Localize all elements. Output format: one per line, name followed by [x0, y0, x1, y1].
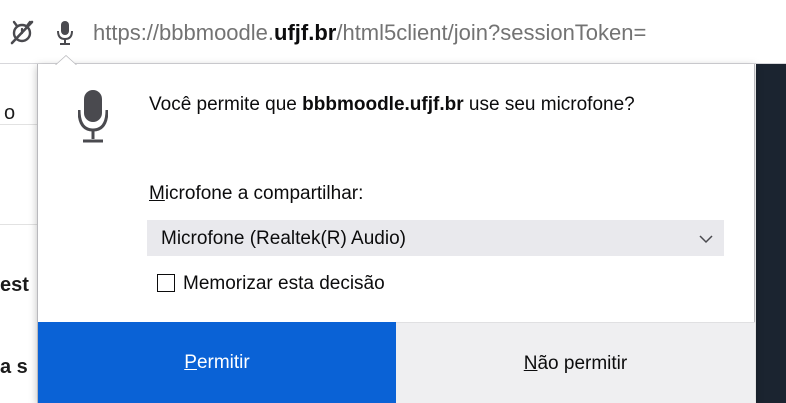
url-domain: ufjf.br [274, 20, 337, 45]
deny-button[interactable]: Não permitir [396, 322, 755, 403]
deny-accesskey: N [523, 353, 538, 374]
remember-decision-checkbox[interactable] [157, 274, 175, 292]
popup-arrow [56, 56, 76, 65]
permissions-blocked-icon[interactable] [8, 18, 36, 46]
url-text[interactable]: https://bbbmoodle.ufjf.br/html5client/jo… [93, 19, 646, 47]
url-prefix: https://bbbmoodle. [93, 20, 275, 45]
question-prefix: Você permite que [149, 94, 303, 115]
question-suffix: use seu microfone? [463, 94, 635, 115]
remember-decision-label[interactable]: Memorizar esta decisão [183, 272, 385, 296]
allow-button-label: Permitir [38, 351, 396, 375]
select-label-accesskey: M [149, 183, 165, 204]
chevron-down-icon [699, 232, 713, 244]
url-bar[interactable]: https://bbbmoodle.ufjf.br/html5client/jo… [0, 0, 786, 64]
question-site: bbbmoodle.ufjf.br [302, 94, 464, 115]
microphone-icon [77, 88, 109, 148]
url-path: /html5client/join?sessionToken= [336, 20, 647, 45]
microphone-permission-popup: Você permite que bbbmoodle.ufjf.br use s… [37, 64, 755, 403]
microphone-select-label: Microfone a compartilhar: [149, 182, 363, 206]
microphone-select[interactable]: Microfone (Realtek(R) Audio) [147, 220, 724, 256]
browser-window: https://bbbmoodle.ufjf.br/html5client/jo… [0, 0, 786, 403]
page-text-fragment: o [4, 102, 16, 124]
dark-side-panel [756, 64, 786, 403]
microphone-select-value: Microfone (Realtek(R) Audio) [161, 228, 406, 249]
deny-label-text: ão permitir [537, 353, 628, 374]
allow-label-text: ermitir [196, 352, 250, 373]
deny-button-label: Não permitir [396, 352, 755, 376]
microphone-icon[interactable] [55, 20, 75, 46]
page-heading-fragment: est [0, 274, 29, 296]
permission-question: Você permite que bbbmoodle.ufjf.br use s… [149, 92, 669, 117]
select-label-text: icrofone a compartilhar: [164, 183, 364, 204]
allow-accesskey: P [184, 352, 197, 373]
page-heading-fragment: a s [0, 356, 28, 378]
allow-button[interactable]: Permitir [38, 322, 396, 403]
